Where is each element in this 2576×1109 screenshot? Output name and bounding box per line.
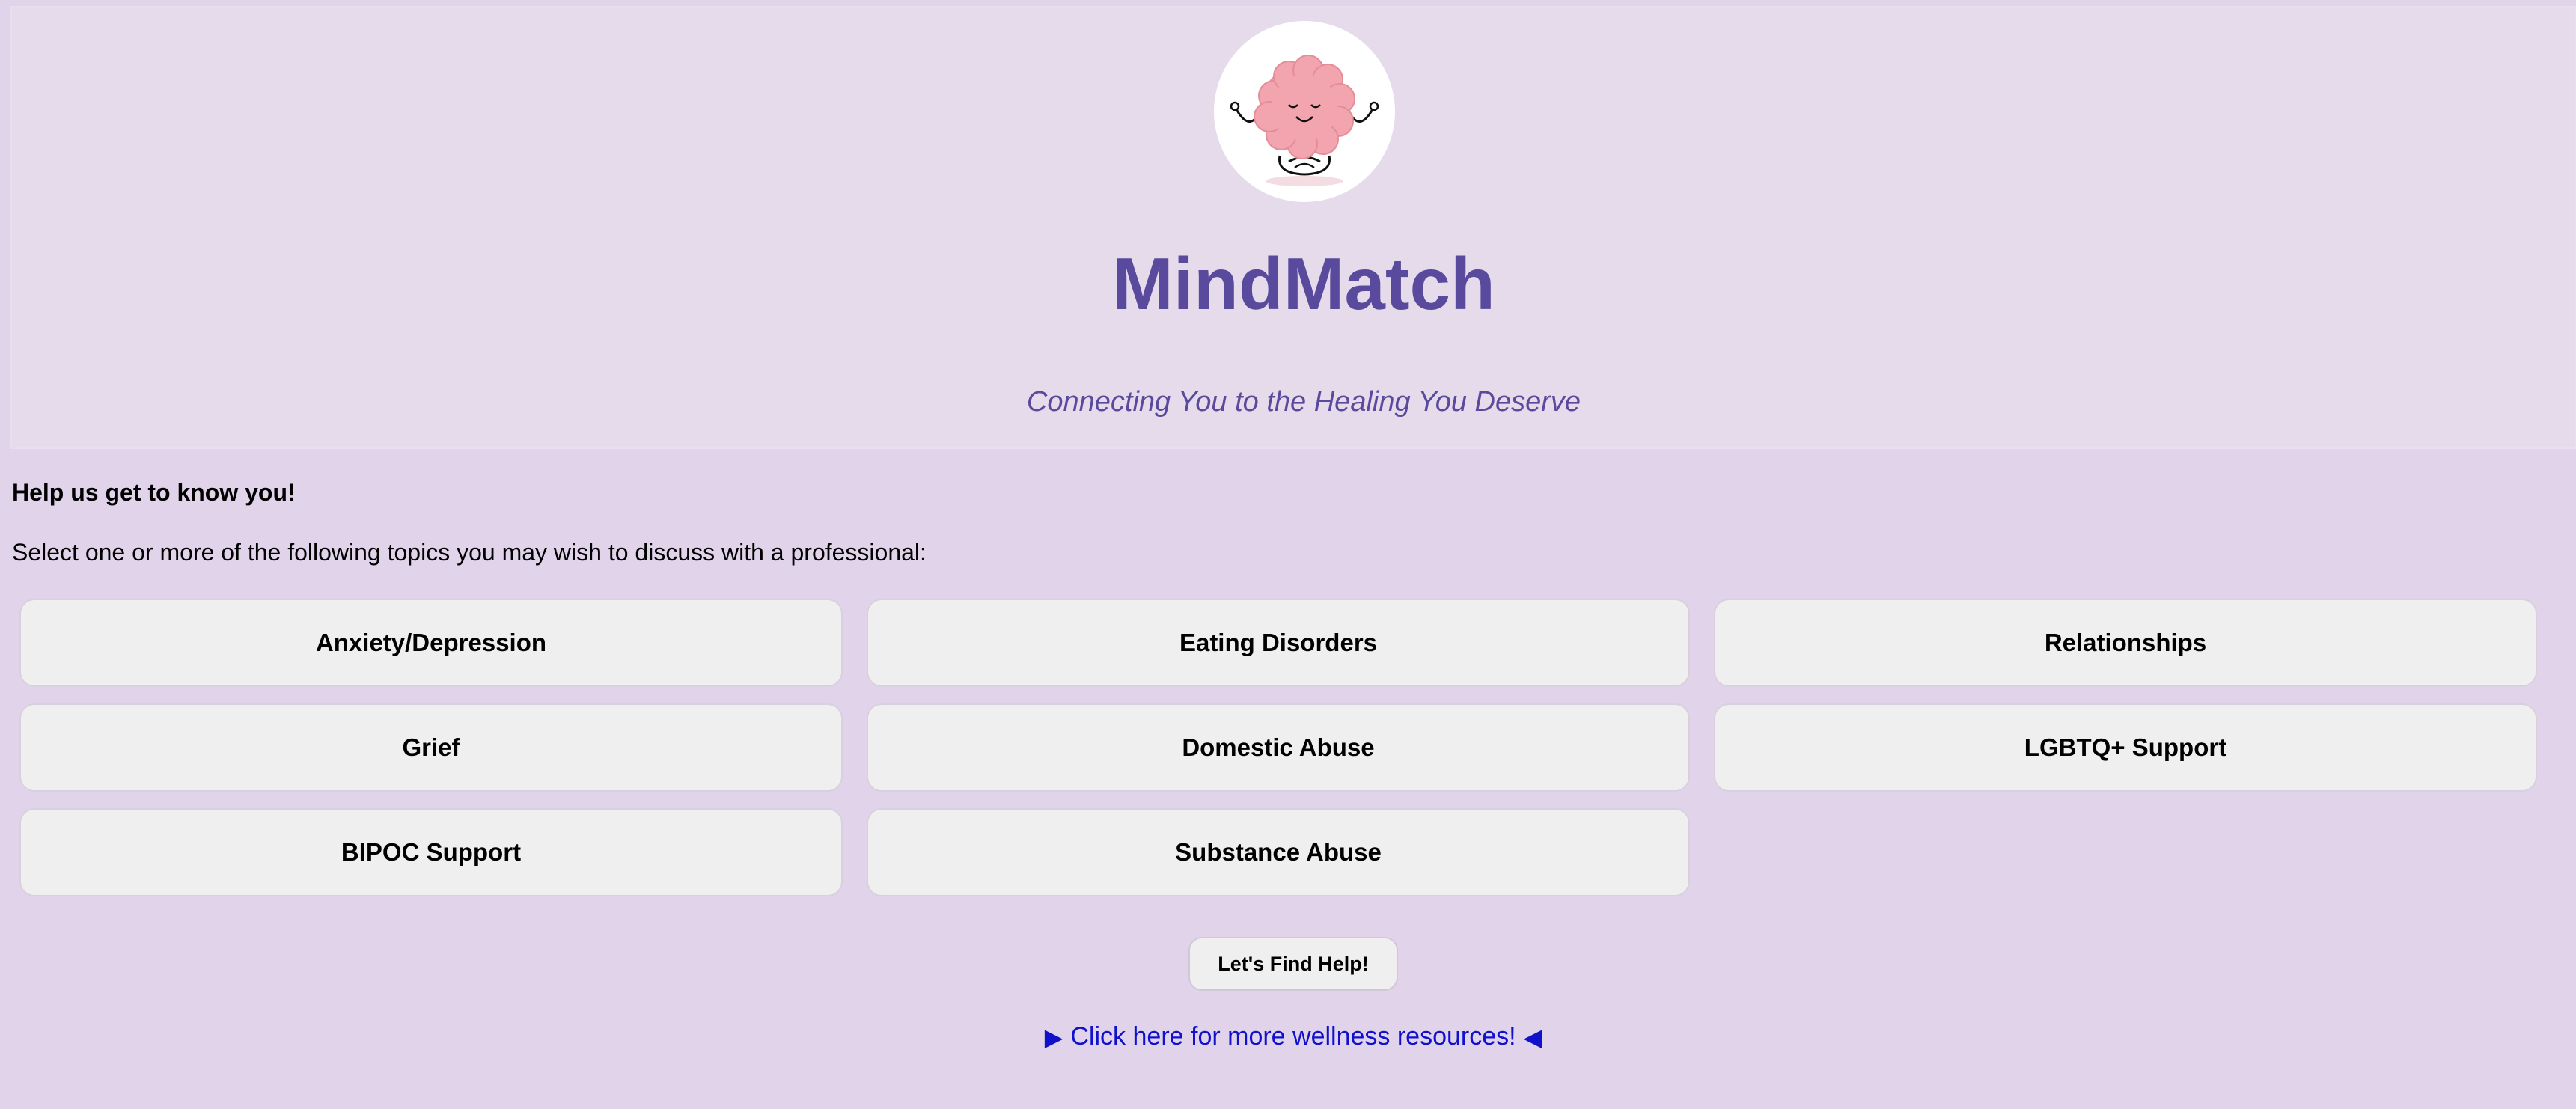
topic-button-substance-abuse[interactable]: Substance Abuse [867, 808, 1690, 896]
topic-button-lgbtq-support[interactable]: LGBTQ+ Support [1714, 703, 2537, 792]
topic-button-domestic-abuse[interactable]: Domestic Abuse [867, 703, 1690, 792]
topic-button-bipoc-support[interactable]: BIPOC Support [19, 808, 843, 896]
topic-button-anxiety-depression[interactable]: Anxiety/Depression [19, 599, 843, 687]
topic-button-grief[interactable]: Grief [19, 703, 843, 792]
wellness-resources-disclosure[interactable]: ▶ Click here for more wellness resources… [0, 1022, 2576, 1051]
intro-heading: Help us get to know you! [12, 479, 296, 506]
triangle-left-icon: ◀ [1523, 1023, 1542, 1051]
page-title: MindMatch [1112, 242, 1495, 325]
topic-button-relationships[interactable]: Relationships [1714, 599, 2537, 687]
page-subtitle: Connecting You to the Healing You Deserv… [1026, 386, 1581, 418]
topic-instruction: Select one or more of the following topi… [12, 539, 927, 566]
triangle-right-icon: ▶ [1044, 1023, 1063, 1051]
topic-grid: Anxiety/Depression Eating Disorders Rela… [19, 599, 2537, 896]
page: MindMatch Connecting You to the Healing … [0, 0, 2576, 1109]
header-banner: MindMatch Connecting You to the Healing … [10, 6, 2576, 449]
meditating-brain-icon [1214, 21, 1395, 202]
topic-button-eating-disorders[interactable]: Eating Disorders [867, 599, 1690, 687]
wellness-resources-link[interactable]: Click here for more wellness resources! [1070, 1022, 1516, 1051]
find-help-button[interactable]: Let's Find Help! [1188, 937, 1398, 991]
